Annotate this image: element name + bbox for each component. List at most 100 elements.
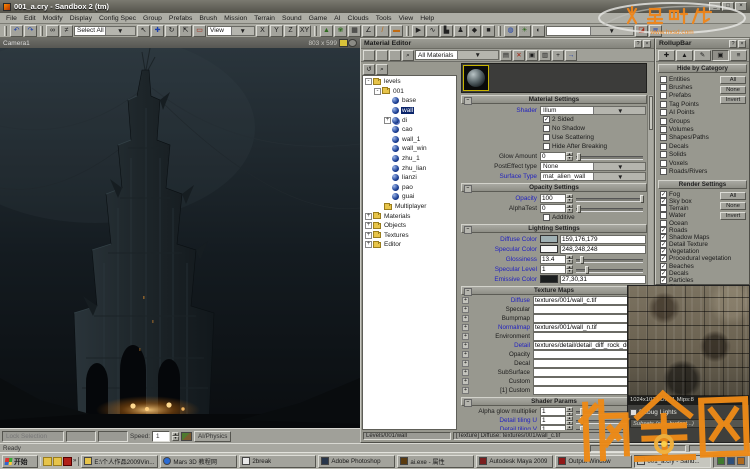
tree-item[interactable]: wall_win	[363, 144, 456, 154]
specular-level-input[interactable]	[540, 265, 566, 274]
tab-display[interactable]: ▣	[712, 50, 729, 61]
tree-item-label[interactable]: levels	[383, 78, 402, 85]
viewport-options-icon[interactable]	[348, 39, 357, 47]
taskbar-task-button[interactable]: E:\个人作品2009Vin...	[81, 455, 158, 468]
checkbox[interactable]	[660, 134, 667, 141]
taskbar-task-button[interactable]: ai.exe - 属性	[397, 455, 474, 468]
shader-dropdown[interactable]: Illum▼	[540, 106, 646, 115]
scale-icon[interactable]: ⇱	[179, 25, 192, 37]
chevron-down-icon[interactable]: ▼	[593, 173, 646, 180]
hide-category-row[interactable]: Voxels	[660, 159, 747, 167]
coordinate-field[interactable]	[98, 431, 128, 442]
tree-expand-icon[interactable]: -	[365, 78, 372, 85]
checkbox[interactable]	[660, 248, 667, 255]
tray-icon[interactable]	[727, 457, 735, 465]
glossiness-stepper[interactable]: ▲▼	[566, 255, 573, 264]
quicklaunch-folder-icon[interactable]	[53, 457, 62, 466]
expand-icon[interactable]	[462, 297, 469, 304]
taskbar-task-button[interactable]: Adobe Photoshop	[318, 455, 395, 468]
hide-category-row[interactable]: Groups	[660, 117, 747, 125]
diffuse-color-swatch[interactable]	[540, 235, 558, 243]
tree-item-label[interactable]: lianzi	[401, 174, 418, 181]
expand-icon[interactable]	[462, 351, 469, 358]
tree-item-label[interactable]: Multiplayer	[394, 203, 427, 210]
menu-item[interactable]: File	[3, 15, 20, 22]
emissive-color-input[interactable]	[560, 275, 646, 284]
checkbox[interactable]	[660, 109, 667, 116]
section-header-lighting-settings[interactable]: Lighting Settings	[461, 224, 647, 233]
maximize-button[interactable]: □	[722, 2, 734, 11]
tree-item-label[interactable]: wall	[401, 107, 414, 114]
render-flag-row[interactable]: Decals	[660, 270, 747, 277]
grid-snap-icon[interactable]: ▦	[348, 25, 361, 37]
debug-lights-row[interactable]: Debug Lights	[630, 408, 747, 417]
axis-constraint-button[interactable]: Z	[284, 25, 297, 37]
checkbox[interactable]	[660, 220, 667, 227]
expand-icon[interactable]	[462, 324, 469, 331]
opacity-slider[interactable]	[576, 194, 643, 203]
angle-snap-icon[interactable]: ∠	[362, 25, 375, 37]
surface-type-dropdown[interactable]: mat_alien_wall▼	[540, 172, 646, 181]
tree-item[interactable]: lianzi	[363, 173, 456, 183]
tree-item[interactable]: wall	[363, 106, 456, 116]
texture-preview-image[interactable]	[628, 286, 749, 396]
material-flag-row[interactable]: Use Scattering	[461, 133, 647, 142]
render-flag-row[interactable]: Detail Texture	[660, 241, 747, 248]
tree-item[interactable]: cao	[363, 125, 456, 135]
category-action-button[interactable]: All	[720, 76, 746, 84]
section-header-material-settings[interactable]: Material Settings	[461, 95, 647, 104]
checkbox[interactable]	[660, 191, 667, 198]
checkbox[interactable]	[660, 198, 667, 205]
tree-item[interactable]: Multiplayer	[363, 202, 456, 212]
tree-item-label[interactable]: Materials	[383, 213, 411, 220]
hide-category-row[interactable]: Roads/Rivers	[660, 167, 747, 175]
checkbox[interactable]	[543, 116, 550, 123]
texture-path-input[interactable]	[533, 359, 635, 368]
taskbar-task-button[interactable]: Mars 3D 教程网	[160, 455, 237, 468]
tree-item-label[interactable]: zhu_1	[401, 155, 421, 162]
view-combo[interactable]: View▼	[207, 26, 255, 36]
undo-icon[interactable]: ↶	[10, 25, 23, 37]
expand-icon[interactable]	[462, 360, 469, 367]
delete-material-icon[interactable]: ✕	[513, 50, 525, 61]
menu-item[interactable]: Group	[140, 15, 165, 22]
checkbox[interactable]	[543, 134, 550, 141]
shader-param-input[interactable]	[540, 425, 566, 430]
chevron-down-icon[interactable]: ▼	[593, 107, 646, 114]
render-flag-row[interactable]: Particles	[660, 277, 747, 284]
tree-item[interactable]: - 001	[363, 87, 456, 97]
tree-item-label[interactable]: wall_win	[401, 145, 428, 152]
physics-tool-icon[interactable]: ◆	[468, 25, 481, 37]
checkbox[interactable]	[660, 277, 667, 284]
shader-param-stepper[interactable]: ▲▼	[566, 425, 573, 430]
opacity-input[interactable]	[540, 194, 566, 203]
tree-item-label[interactable]: zhu_lian	[401, 165, 427, 172]
ai-debug-icon[interactable]: ☀	[518, 25, 531, 37]
axis-constraint-button[interactable]: X	[256, 25, 269, 37]
hide-category-row[interactable]: Volumes	[660, 125, 747, 133]
tree-item-label[interactable]: Textures	[383, 232, 410, 239]
tree-item-label[interactable]: cao	[401, 126, 413, 133]
console-command-input[interactable]: ▼	[546, 26, 634, 36]
tree-item[interactable]: guai	[363, 192, 456, 202]
shader-param-stepper[interactable]: ▲▼	[566, 416, 573, 425]
close-icon[interactable]: ×	[738, 40, 746, 48]
menu-item[interactable]: Mission	[221, 15, 250, 22]
texture-path-input[interactable]	[533, 386, 635, 395]
tree-item-label[interactable]: Editor	[383, 241, 402, 248]
render-flag-row[interactable]: Procedural vegetation	[660, 255, 747, 262]
expand-icon[interactable]	[462, 378, 469, 385]
tray-icon[interactable]	[737, 457, 745, 465]
unlink-icon[interactable]: ≠	[60, 25, 73, 37]
menu-item[interactable]: AI	[331, 15, 343, 22]
checkbox[interactable]	[660, 241, 667, 248]
checkbox[interactable]	[660, 255, 667, 262]
checkbox[interactable]	[543, 143, 550, 150]
perspective-viewport[interactable]	[0, 48, 360, 428]
checkbox[interactable]	[660, 205, 667, 212]
hide-by-category-header[interactable]: Hide by Category	[658, 64, 747, 73]
texture-path-input[interactable]	[533, 296, 635, 305]
menu-item[interactable]: Prefabs	[166, 15, 195, 22]
tree-item[interactable]: + Materials	[363, 211, 456, 221]
menu-item[interactable]: Game	[306, 15, 331, 22]
